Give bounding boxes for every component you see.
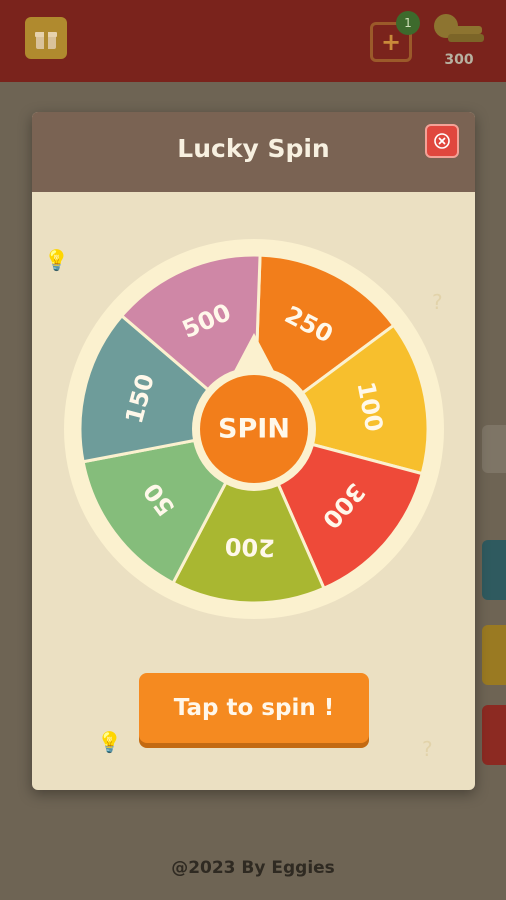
gift-icon	[35, 32, 57, 49]
background-card-1	[482, 425, 506, 473]
footer-credit: @2023 By Eggies	[171, 858, 335, 878]
lucky-spin-dialog: Lucky Spin 💡 ? 💡 ? 250 100 300 200 50 150 500 S…	[32, 112, 475, 790]
question-icon: ?	[422, 737, 433, 761]
top-bar: + 1 300	[0, 0, 506, 82]
coins-icon	[434, 14, 484, 42]
prize-wheel[interactable]: 250 100 300 200 50 150 500 SPIN	[64, 239, 444, 619]
background-card-2	[482, 540, 506, 600]
spin-hub-label: SPIN	[218, 414, 290, 445]
gift-button[interactable]	[25, 17, 67, 59]
background-card-3	[482, 625, 506, 685]
dialog-title: Lucky Spin	[177, 134, 330, 163]
dialog-header: Lucky Spin	[32, 112, 475, 192]
add-coins-label: +	[380, 28, 402, 56]
close-button[interactable]	[425, 124, 459, 158]
wheel-graphic: 25010030020050150500SPIN	[64, 239, 444, 619]
wheel-segment-label: 200	[224, 532, 275, 562]
notification-badge: 1	[396, 11, 420, 35]
close-icon	[434, 133, 450, 149]
lightbulb-icon: 💡	[97, 730, 122, 754]
background-card-4	[482, 705, 506, 765]
coin-count: 300	[444, 52, 474, 68]
tap-to-spin-button[interactable]: Tap to spin !	[139, 673, 369, 743]
